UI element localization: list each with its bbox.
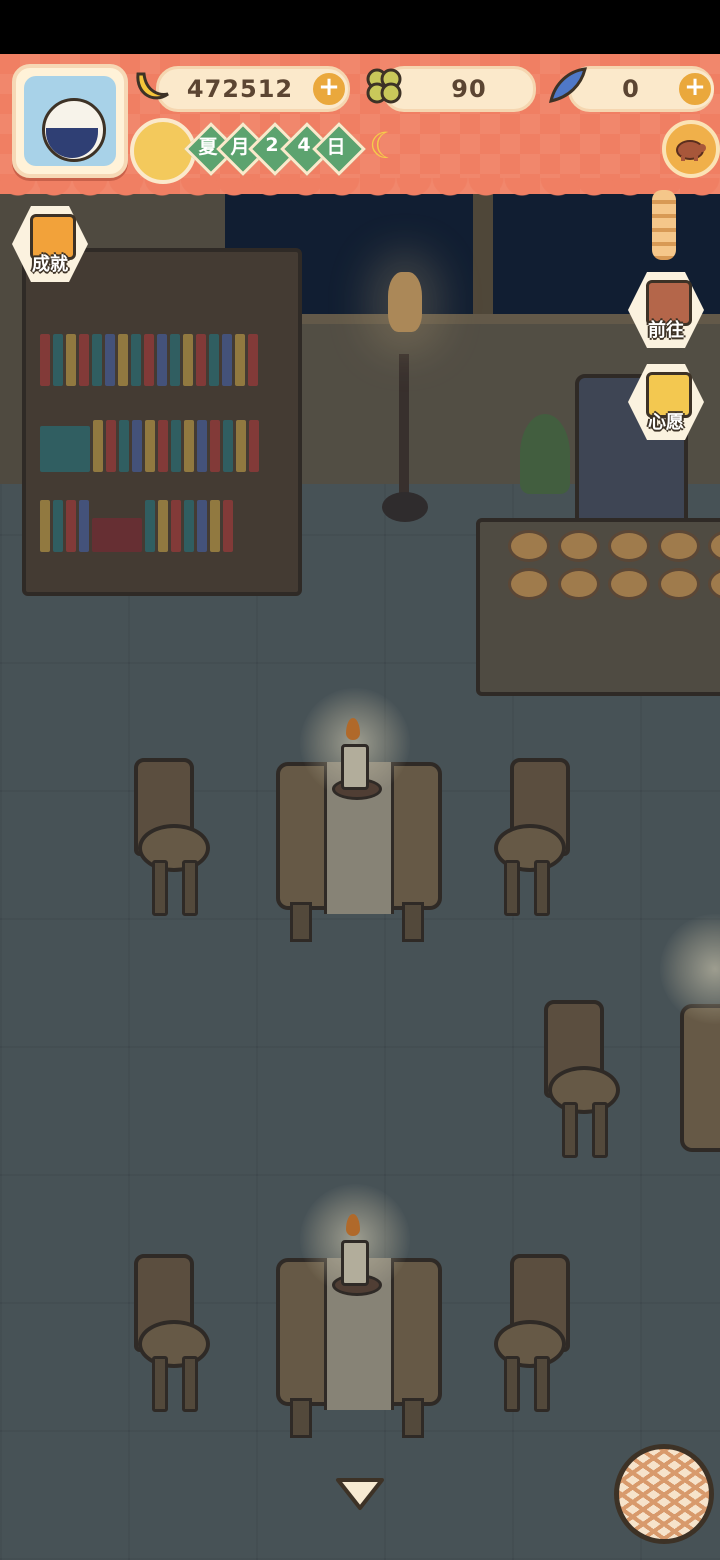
floor-lamp-post — [399, 354, 409, 514]
food-row — [508, 568, 720, 600]
clover-icon — [360, 62, 408, 110]
hanging-rope — [652, 190, 676, 260]
game-screen: 472512 + 90 0 + 夏 月 2 4 日 ☾ 成就 前往 心愿 — [0, 0, 720, 1560]
cafe-scene[interactable] — [0, 54, 720, 1560]
achievements-button[interactable]: 成就 — [12, 206, 88, 282]
moon-icon: ☾ — [368, 126, 402, 167]
hud-scallop-edge — [0, 178, 720, 204]
goto-label: 前往 — [648, 320, 684, 341]
status-bar — [0, 0, 720, 54]
player-avatar[interactable] — [12, 64, 128, 178]
chevron-down-icon — [336, 1478, 384, 1510]
vegetable-plant — [520, 414, 570, 494]
chair[interactable] — [540, 1000, 620, 1160]
clover-count: 90 — [451, 75, 487, 103]
chair[interactable] — [490, 758, 570, 918]
dining-table[interactable] — [680, 1004, 720, 1152]
avatar-portrait — [24, 76, 116, 166]
candle — [341, 1240, 369, 1286]
add-bananas-button[interactable]: + — [310, 70, 348, 108]
wish-label: 心愿 — [648, 412, 684, 433]
achievements-label: 成就 — [32, 254, 68, 275]
candle — [341, 744, 369, 790]
food-row — [508, 530, 720, 562]
wish-button[interactable]: 心愿 — [628, 364, 704, 440]
floor-lamp[interactable] — [388, 272, 422, 332]
add-feathers-button[interactable]: + — [676, 70, 714, 108]
floor-lamp-base — [382, 492, 428, 522]
blue-feather-icon — [544, 62, 592, 110]
feather-count: 0 — [622, 75, 640, 103]
chair[interactable] — [130, 758, 210, 918]
banana-count: 472512 — [186, 75, 294, 103]
date-day-label: 日 — [326, 135, 346, 158]
shelf-row — [40, 326, 284, 386]
goto-button[interactable]: 前往 — [628, 272, 704, 348]
yarn-ball-button[interactable] — [614, 1444, 714, 1544]
shelf-row — [40, 412, 284, 472]
piggy-bank-button[interactable] — [662, 120, 720, 178]
banana-icon — [128, 62, 176, 110]
chair[interactable] — [130, 1254, 210, 1414]
chair[interactable] — [490, 1254, 570, 1414]
bookshelf[interactable] — [22, 248, 302, 596]
collapse-arrow-button[interactable] — [334, 1474, 386, 1514]
buffet-table[interactable] — [476, 518, 720, 696]
shelf-row — [40, 492, 284, 552]
